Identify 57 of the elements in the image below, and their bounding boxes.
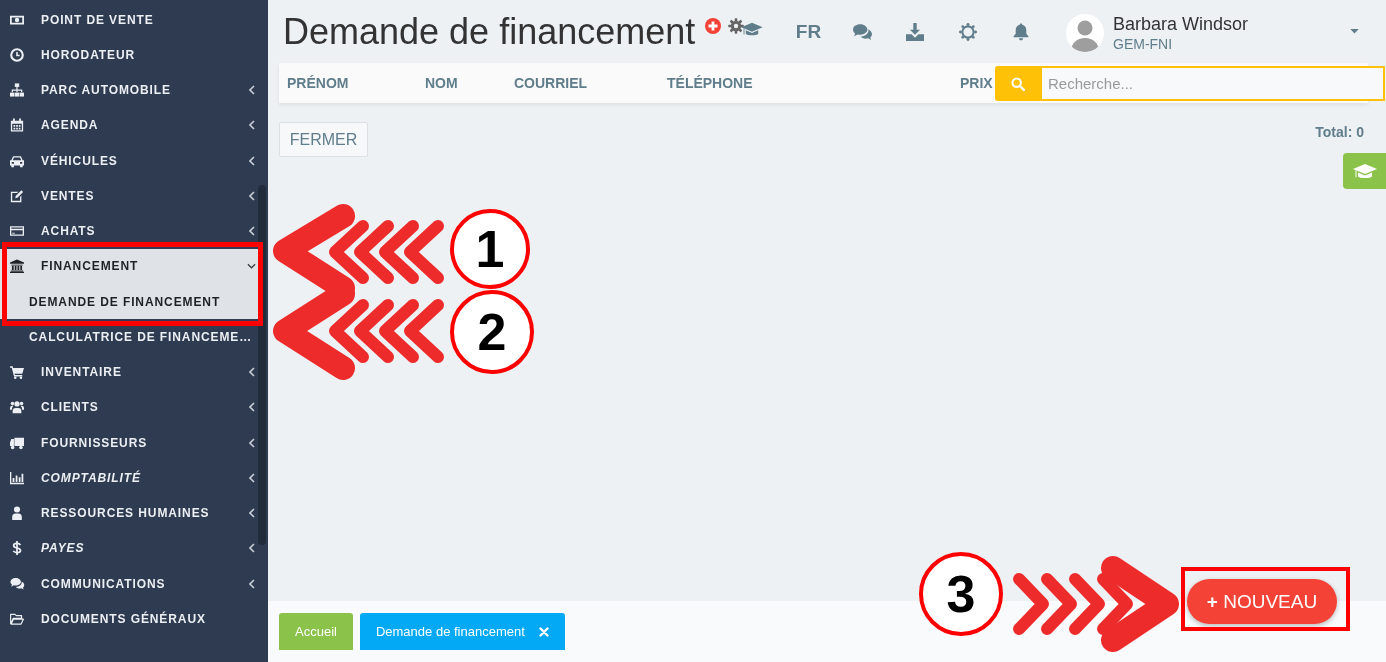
sidebar-item[interactable]: HORODATEUR <box>0 44 258 65</box>
sidebar-item[interactable]: INVENTAIRE <box>0 362 258 383</box>
column-header: NOM <box>425 75 458 91</box>
sidebar-item[interactable]: POINT DE VENTE <box>0 9 258 30</box>
bank-icon <box>9 259 25 274</box>
close-icon[interactable] <box>538 626 549 637</box>
sidebar-subitem[interactable]: CALCULATRICE DE FINANCEME… <box>0 326 258 347</box>
credit-card-icon <box>9 224 25 239</box>
add-icon[interactable] <box>705 17 722 34</box>
chat-icon[interactable] <box>851 22 872 41</box>
help-button[interactable] <box>1343 153 1386 189</box>
avatar-icon <box>1066 14 1104 52</box>
scrollbar-thumb[interactable] <box>258 185 266 545</box>
page-title: Demande de financement <box>283 11 696 52</box>
chat-icon <box>9 576 25 591</box>
sitemap-icon <box>9 83 25 98</box>
download-icon[interactable] <box>904 22 925 41</box>
language-button[interactable]: FR <box>795 20 822 43</box>
gear-icon[interactable] <box>728 17 745 34</box>
new-button[interactable]: + NOUVEAU <box>1187 579 1337 624</box>
user-company: GEM-FNI <box>1113 35 1174 53</box>
user-name: Barbara Windsor <box>1113 14 1249 35</box>
cart-icon <box>9 365 25 380</box>
sidebar-subitem[interactable]: DEMANDE DE FINANCEMENT <box>0 284 258 320</box>
search-field[interactable]: Recherche... <box>1040 66 1385 101</box>
column-header: TÉLÉPHONE <box>667 75 753 91</box>
sidebar-item[interactable]: ACHATS <box>0 221 258 242</box>
sidebar-item[interactable]: FOURNISSEURS <box>0 432 258 453</box>
clock-icon <box>9 47 25 62</box>
graduation-cap-icon[interactable] <box>741 20 764 37</box>
total-count: Total: 0 <box>1315 124 1364 140</box>
car-icon <box>9 153 25 168</box>
sidebar-item[interactable]: AGENDA <box>0 115 258 136</box>
sidebar-item[interactable]: PARC AUTOMOBILE <box>0 80 258 101</box>
column-header: COURRIEL <box>514 75 588 91</box>
sidebar-item[interactable]: PAYES <box>0 538 258 559</box>
sidebar-item[interactable]: RESSOURCES HUMAINES <box>0 503 258 524</box>
column-header: PRIX <box>960 75 993 91</box>
user-icon <box>9 506 25 521</box>
sidebar-item[interactable]: CLIENTS <box>0 397 258 418</box>
calendar-icon <box>9 118 25 133</box>
folder-icon <box>9 611 25 626</box>
close-button[interactable]: FERMER <box>279 122 368 157</box>
graduation-cap-icon <box>1352 162 1377 180</box>
sidebar-item[interactable]: VÉHICULES <box>0 150 258 171</box>
sidebar-item[interactable]: COMMUNICATIONS <box>0 573 258 594</box>
column-header: PRÉNOM <box>287 75 349 91</box>
sidebar-item[interactable]: VENTES <box>0 185 258 206</box>
sun-icon[interactable] <box>957 22 978 41</box>
truck-icon <box>9 435 25 450</box>
search-icon <box>1010 76 1025 91</box>
sidebar-item[interactable]: FINANCEMENT <box>0 248 258 284</box>
sidebar-item[interactable]: DOCUMENTS GÉNÉRAUX <box>0 608 258 629</box>
sidebar-item[interactable]: COMPTABILITÉ <box>0 467 258 488</box>
users-icon <box>9 400 25 415</box>
bar-chart-icon <box>9 470 25 485</box>
caret-icon[interactable] <box>1350 29 1359 34</box>
